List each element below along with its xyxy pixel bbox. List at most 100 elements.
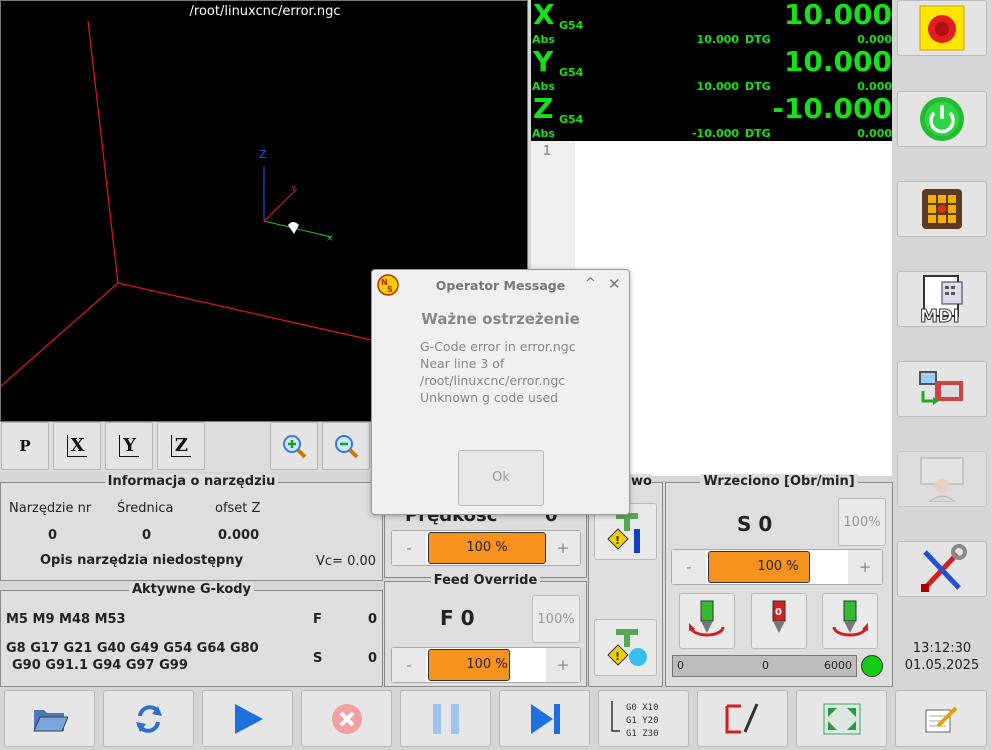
spindle-bar-value: 0 <box>762 659 769 672</box>
coolant-flood-icon: ! <box>606 512 640 553</box>
dialog-message-line: Unknown g code used <box>420 390 559 405</box>
cnc-machine-icon <box>919 371 963 405</box>
spindle-ccw-icon <box>689 600 725 637</box>
reload-icon <box>135 704 162 733</box>
dialog-titlebar[interactable]: N S Operator Message ^ ✕ <box>372 270 629 300</box>
open-file-button[interactable] <box>4 690 95 747</box>
abort-button[interactable] <box>301 690 392 747</box>
mdi-button[interactable]: MDI <box>897 271 987 327</box>
zoom-in-icon <box>283 435 307 459</box>
fullscreen-button[interactable] <box>796 690 887 747</box>
dro-z-offset: G54 <box>559 113 584 126</box>
dro-z-dtg-label: DTG <box>745 127 771 140</box>
line-number: 1 <box>543 144 551 159</box>
view-z-button[interactable]: Z <box>157 422 205 470</box>
spindle-reset-button[interactable]: 100% <box>838 498 886 546</box>
dro-y-offset: G54 <box>559 66 584 79</box>
pause-button[interactable] <box>400 690 491 747</box>
rapid-minus-button[interactable]: - <box>392 531 426 565</box>
feed-override-panel: Feed Override F 0 100% - 100 % + <box>384 573 587 687</box>
auto-mode-button[interactable] <box>897 361 987 417</box>
spindle-stop-button[interactable]: 0 <box>751 593 807 649</box>
tool-info-title: Informacja o narzędziu <box>104 474 279 489</box>
dro-axis-y[interactable]: Y G54 10.000 Abs 10.000 DTG 0.000 <box>531 45 892 94</box>
dialog-message-line: Near line 3 of <box>420 356 505 371</box>
clock-time: 13:12:30 <box>912 641 972 656</box>
dro-axis-x[interactable]: X G54 10.000 Abs 10.000 DTG 0.000 <box>531 0 892 47</box>
spindle-bar-max: 6000 <box>824 659 852 672</box>
dro-x-letter: X <box>533 0 555 31</box>
feed-reset-button[interactable]: 100% <box>532 595 580 643</box>
emergency-stop-button[interactable] <box>897 0 987 56</box>
step-icon <box>530 703 560 734</box>
block-delete-icon <box>725 702 758 733</box>
spindle-plus-button[interactable]: + <box>848 550 882 584</box>
feed-percent: 100 % <box>466 657 508 672</box>
spindle-cw-button[interactable] <box>822 593 878 649</box>
optional-block-button[interactable]: G0 X10 G1 Y20 G1 Z30 <box>598 690 689 747</box>
spindle-speed-bar: 0 0 6000 <box>672 655 857 677</box>
manual-jog-button[interactable] <box>897 181 987 237</box>
active-gcodes-line1: G8 G17 G21 G40 G49 G54 G64 G80 <box>6 641 259 656</box>
reload-file-button[interactable] <box>103 690 194 747</box>
spindle-ccw-button[interactable] <box>679 593 735 649</box>
coolant-mist-button[interactable]: ! <box>594 619 657 676</box>
tool-cone-icon <box>288 222 299 234</box>
feed-minus-button[interactable]: - <box>392 648 426 682</box>
view-perspective-button[interactable]: P <box>1 422 49 470</box>
dro-y-dtg-label: DTG <box>745 80 771 93</box>
tool-nr-label: Narzędzie nr <box>9 501 92 516</box>
operator-message-dialog[interactable]: N S Operator Message ^ ✕ Ważne ostrzeżen… <box>371 269 630 515</box>
block-delete-button[interactable] <box>697 690 788 747</box>
spindle-label: S <box>313 651 323 666</box>
spindle-panel: Wrzeciono [Obr/min] S 0 100% - 100 % + 0… <box>665 474 893 687</box>
settings-tools-button[interactable] <box>897 541 987 597</box>
edit-file-button[interactable] <box>895 690 987 747</box>
dialog-ok-button[interactable]: Ok <box>458 450 544 506</box>
dro-y-abs: 10.000 <box>696 80 739 93</box>
feed-override-title: Feed Override <box>430 573 541 588</box>
svg-text:G1 Z30: G1 Z30 <box>626 729 659 739</box>
dro-x-offset: G54 <box>559 19 584 32</box>
dro-x-dtg-label: DTG <box>745 33 771 46</box>
power-icon <box>920 97 964 141</box>
spindle-value: 0 <box>368 651 378 666</box>
user-settings-button[interactable] <box>897 451 987 507</box>
active-gcodes-line2: G90 G91.1 G94 G97 G99 <box>12 658 188 673</box>
dro-y-value: 10.000 <box>783 45 892 78</box>
svg-text:0: 0 <box>775 607 782 618</box>
zoom-out-button[interactable] <box>322 422 370 470</box>
step-button[interactable] <box>499 690 590 747</box>
dro-z-dtg: 0.000 <box>857 127 892 140</box>
zoom-in-button[interactable] <box>270 422 318 470</box>
feed-plus-button[interactable]: + <box>546 648 580 682</box>
dro-z-letter: Z <box>533 92 554 125</box>
spindle-cw-icon <box>832 600 868 637</box>
dro-axis-z[interactable]: Z G54 -10.000 Abs -10.000 DTG 0.000 <box>531 92 892 141</box>
spindle-stop-icon: 0 <box>772 600 786 633</box>
run-program-button[interactable] <box>202 690 293 747</box>
gcode-lines-icon: G0 X10 G1 Y20 G1 Z30 <box>610 700 659 739</box>
jog-pad-icon <box>922 189 962 229</box>
dialog-close-icon[interactable]: ✕ <box>608 275 621 293</box>
stop-icon <box>331 703 362 734</box>
feed-label: F <box>313 612 322 627</box>
rapid-override-slider[interactable]: - 100 % + <box>391 530 581 566</box>
dialog-message-line: G-Code error in error.ngc <box>420 339 576 354</box>
spindle-minus-button[interactable]: - <box>672 550 706 584</box>
tool-diameter-value: 0 <box>142 528 152 543</box>
rapid-plus-button[interactable]: + <box>546 531 580 565</box>
view-y-button[interactable]: Y <box>105 422 153 470</box>
active-mcodes: M5 M9 M48 M53 <box>6 612 126 627</box>
z-axis-label: Z <box>259 148 267 161</box>
machine-power-button[interactable] <box>897 91 987 147</box>
svg-text:!: ! <box>615 534 620 547</box>
notepad-edit-icon <box>925 706 958 732</box>
dialog-maximize-icon[interactable]: ^ <box>585 276 596 291</box>
view-x-button[interactable]: X <box>53 422 101 470</box>
feed-override-slider[interactable]: - 100 % + <box>391 647 581 683</box>
feed-value: 0 <box>368 612 378 627</box>
spindle-override-slider[interactable]: - 100 % + <box>671 549 883 585</box>
spindle-speed-value: S 0 <box>737 512 773 536</box>
active-gcodes-title: Aktywne G-kody <box>128 582 255 597</box>
